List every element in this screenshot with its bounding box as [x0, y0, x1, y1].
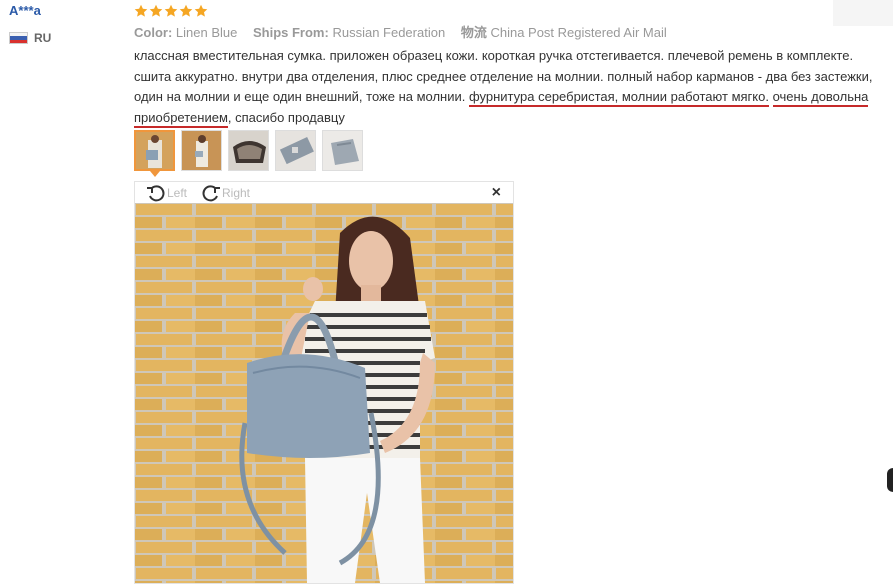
photo-thumbnails [134, 130, 363, 171]
rotate-right-button[interactable]: Right [200, 184, 250, 202]
selected-thumbnail-caret [150, 171, 160, 177]
star-icon [164, 4, 178, 18]
star-icon [194, 4, 208, 18]
review-photo[interactable] [135, 203, 513, 583]
thumbnail[interactable] [134, 130, 175, 171]
star-rating [134, 2, 889, 20]
star-icon [149, 4, 163, 18]
meta-shipping: 物流 China Post Registered Air Mail [460, 25, 667, 40]
order-meta: Color: Linen Blue Ships From: Russian Fe… [134, 24, 889, 42]
rotate-right-icon [202, 185, 220, 202]
thumbnail[interactable] [228, 130, 269, 171]
buyer-country: RU [9, 31, 119, 45]
viewer-toolbar: Left Right × [135, 182, 513, 203]
rotate-left-button[interactable]: Left [145, 184, 187, 202]
buyer-info: A***a RU [9, 3, 119, 45]
rotate-right-label: Right [222, 186, 251, 200]
meta-ships-from: Ships From: Russian Federation [252, 25, 446, 40]
rotate-left-label: Left [167, 186, 188, 200]
review-body: Color: Linen Blue Ships From: Russian Fe… [134, 2, 889, 128]
star-icon [179, 4, 193, 18]
meta-color: Color: Linen Blue [134, 25, 238, 40]
russia-flag-icon [9, 32, 28, 44]
thumbnail[interactable] [181, 130, 222, 171]
underlined-phrase: фурнитура серебристая, молнии работают м… [468, 89, 769, 107]
photo-viewer: Left Right × [134, 181, 514, 584]
review-text: классная вместительная сумка. приложен о… [134, 46, 889, 128]
close-viewer-button[interactable]: × [492, 184, 501, 202]
buyer-name[interactable]: A***a [9, 3, 119, 19]
country-code: RU [34, 31, 52, 45]
thumbnail[interactable] [275, 130, 316, 171]
scroll-handle[interactable] [887, 468, 893, 492]
star-icon [134, 4, 148, 18]
rotate-left-icon [147, 185, 165, 202]
thumbnail[interactable] [322, 130, 363, 171]
